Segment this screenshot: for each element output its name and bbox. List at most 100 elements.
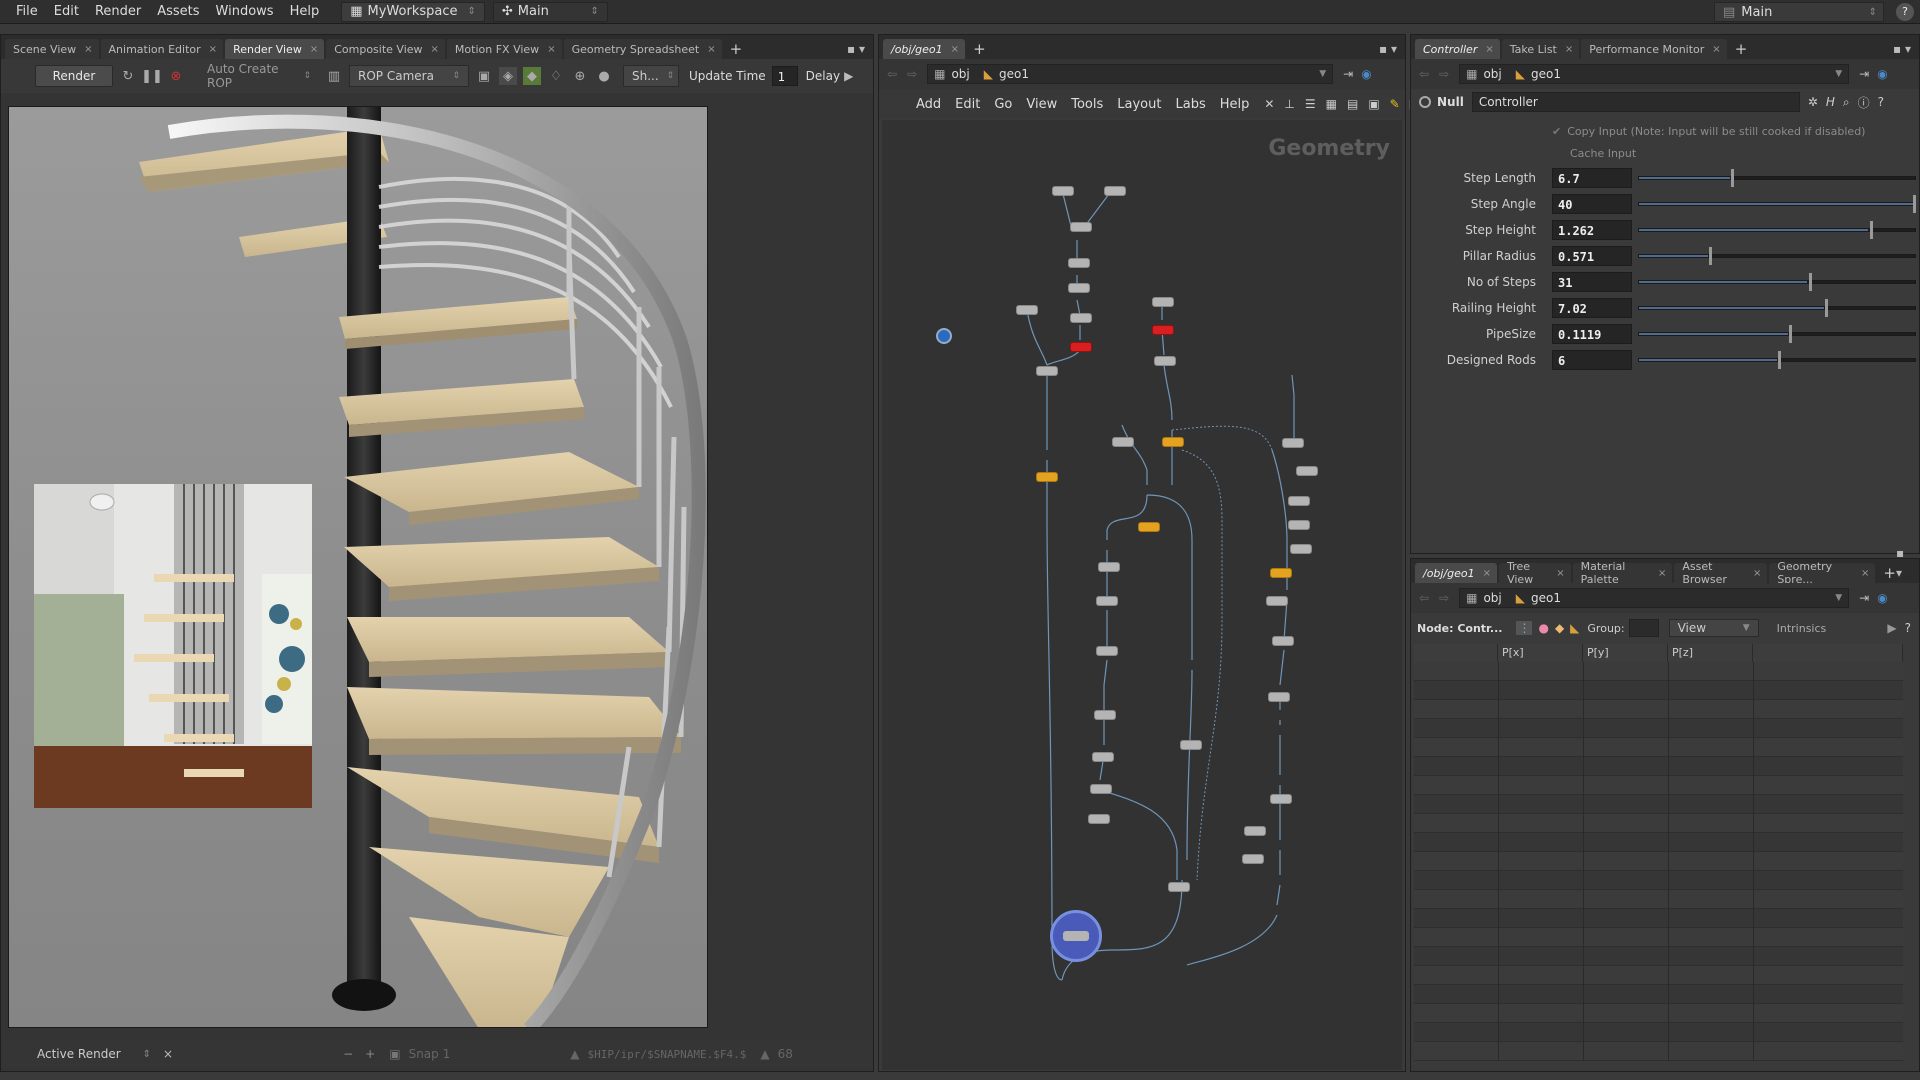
menu-layout[interactable]: Layout (1110, 97, 1168, 112)
back-icon[interactable]: ⇦ (887, 67, 897, 81)
param-slider[interactable] (1638, 273, 1916, 291)
network-node[interactable] (1068, 258, 1090, 268)
menu-file[interactable]: File (8, 4, 46, 19)
note-icon[interactable]: ✎ (1390, 97, 1400, 111)
menu-render[interactable]: Render (87, 4, 149, 19)
add-tab-icon[interactable]: + (1735, 39, 1748, 59)
network-node[interactable] (1154, 356, 1176, 366)
network-node[interactable] (1270, 794, 1292, 804)
pane-menu-icon[interactable]: ▪ ▾ (1379, 39, 1397, 59)
param-value-field[interactable]: 7.02 (1552, 298, 1632, 318)
close-icon[interactable]: × (1485, 44, 1493, 55)
forward-icon[interactable]: ⇨ (1439, 591, 1449, 605)
param-slider[interactable] (1638, 351, 1916, 369)
network-node[interactable] (1288, 520, 1310, 530)
add-tab-icon[interactable]: + (1883, 563, 1896, 583)
back-icon[interactable]: ⇦ (1419, 591, 1429, 605)
network-node[interactable] (1288, 496, 1310, 506)
shading-menu[interactable]: Sh... ⇕ (623, 65, 679, 87)
network-node[interactable] (1152, 297, 1174, 307)
menu-help[interactable]: Help (1213, 97, 1257, 112)
info-icon[interactable]: ⓘ (1858, 94, 1870, 111)
close-icon[interactable]: × (431, 44, 439, 55)
controller-node-icon[interactable] (936, 328, 952, 344)
close-icon[interactable]: × (310, 44, 318, 55)
param-value-field[interactable]: 40 (1552, 194, 1632, 214)
link-icon[interactable]: ◉ (1361, 67, 1371, 81)
pane-menu-icon[interactable]: ▪ ▾ (1896, 543, 1911, 583)
add-tab-icon[interactable]: + (730, 39, 743, 59)
wrench-icon[interactable]: ✕ (1264, 97, 1274, 111)
auto-create-rop-menu[interactable]: Auto Create ROP ⇕ (199, 62, 319, 90)
spreadsheet-path[interactable]: ▦ obj ◣ geo1 ▼ (1459, 588, 1850, 608)
vertices-icon[interactable]: ● (1538, 621, 1548, 635)
detail-icon[interactable]: ◣ (1570, 621, 1579, 635)
menu-tools[interactable]: Tools (1064, 97, 1110, 112)
light-icon[interactable]: ♢ (547, 67, 565, 85)
slider-handle[interactable] (1808, 273, 1812, 291)
hda-icon[interactable]: H (1826, 95, 1835, 109)
param-value-field[interactable]: 0.571 (1552, 246, 1632, 266)
help-icon[interactable]: ? (1905, 621, 1911, 635)
param-slider[interactable] (1638, 195, 1916, 213)
play-icon[interactable]: ▶ (844, 69, 853, 83)
add-tab-icon[interactable]: + (973, 39, 986, 59)
network-node[interactable] (1070, 222, 1092, 232)
preview-icon[interactable]: ◆ (523, 67, 541, 85)
tab-controller[interactable]: Controller × (1415, 39, 1500, 59)
rop-icon[interactable]: ▥ (325, 67, 343, 85)
column-header-px[interactable]: P[x] (1498, 644, 1583, 662)
tab-tree-view[interactable]: Tree View × (1499, 560, 1571, 586)
close-icon[interactable]: × (84, 44, 92, 55)
group-field[interactable] (1628, 619, 1659, 637)
tab-performance-monitor[interactable]: Performance Monitor × (1581, 39, 1727, 59)
tab-obj-geo1[interactable]: /obj/geo1 × (883, 39, 966, 59)
network-path[interactable]: ▦ obj ◣ geo1 ▼ (927, 64, 1334, 84)
slider-handle[interactable] (1730, 169, 1734, 187)
pin-icon[interactable]: ⇥ (1859, 67, 1869, 81)
network-node[interactable] (1096, 646, 1118, 656)
tab-composite-view[interactable]: Composite View × (326, 39, 445, 59)
network-node[interactable] (1088, 814, 1110, 824)
plus-icon[interactable]: + (365, 1047, 375, 1061)
network-node[interactable] (1168, 882, 1190, 892)
close-icon[interactable]: × (1483, 568, 1491, 579)
sphere-icon[interactable]: ● (595, 67, 613, 85)
tab-geometry-spreadsheet[interactable]: Geometry Spreadsheet × (563, 39, 722, 59)
network-node[interactable] (1242, 854, 1264, 864)
cache-input-row[interactable]: Cache Input (1570, 147, 1636, 160)
list-icon[interactable]: ☰ (1305, 97, 1316, 111)
close-icon[interactable]: × (1658, 568, 1666, 579)
column-header-py[interactable]: P[y] (1583, 644, 1668, 662)
back-icon[interactable]: ⇦ (1419, 67, 1429, 81)
slider-handle[interactable] (1913, 195, 1916, 213)
help-icon[interactable]: ? (1896, 3, 1914, 21)
menu-edit[interactable]: Edit (46, 4, 87, 19)
param-value-field[interactable]: 6.7 (1552, 168, 1632, 188)
link-icon[interactable]: ◉ (1877, 67, 1887, 81)
param-slider[interactable] (1638, 247, 1916, 265)
slider-handle[interactable] (1825, 299, 1829, 317)
network-node[interactable] (1272, 636, 1294, 646)
tab-asset-browser[interactable]: Asset Browser × (1674, 560, 1768, 586)
close-icon[interactable]: × (1712, 44, 1720, 55)
column-header-pz[interactable]: P[z] (1668, 644, 1753, 662)
copy-input-row[interactable]: ✔ Copy Input (Note: Input will be still c… (1552, 125, 1865, 138)
forward-icon[interactable]: ⇨ (907, 67, 917, 81)
network-node[interactable] (1090, 784, 1112, 794)
network-editor[interactable]: Geometry (882, 120, 1402, 1070)
pin-icon[interactable]: ⇥ (1343, 67, 1353, 81)
network-node-selected[interactable] (1138, 522, 1160, 532)
tab-motion-fx-view[interactable]: Motion FX View × (446, 39, 562, 59)
close-icon[interactable]: × (163, 1047, 173, 1061)
parameter-path[interactable]: ▦ obj ◣ geo1 ▼ (1459, 64, 1850, 84)
tab-take-list[interactable]: Take List × (1501, 39, 1580, 59)
network-node[interactable] (1104, 186, 1126, 196)
network-node[interactable] (1070, 313, 1092, 323)
network-node-bypassed[interactable] (1070, 342, 1092, 352)
menu-help[interactable]: Help (282, 4, 328, 19)
close-icon[interactable]: × (951, 44, 959, 55)
node-name-field[interactable]: Controller (1471, 92, 1800, 112)
check-icon[interactable]: ✔ (1552, 125, 1561, 138)
search-icon[interactable]: ⌕ (1843, 95, 1850, 110)
